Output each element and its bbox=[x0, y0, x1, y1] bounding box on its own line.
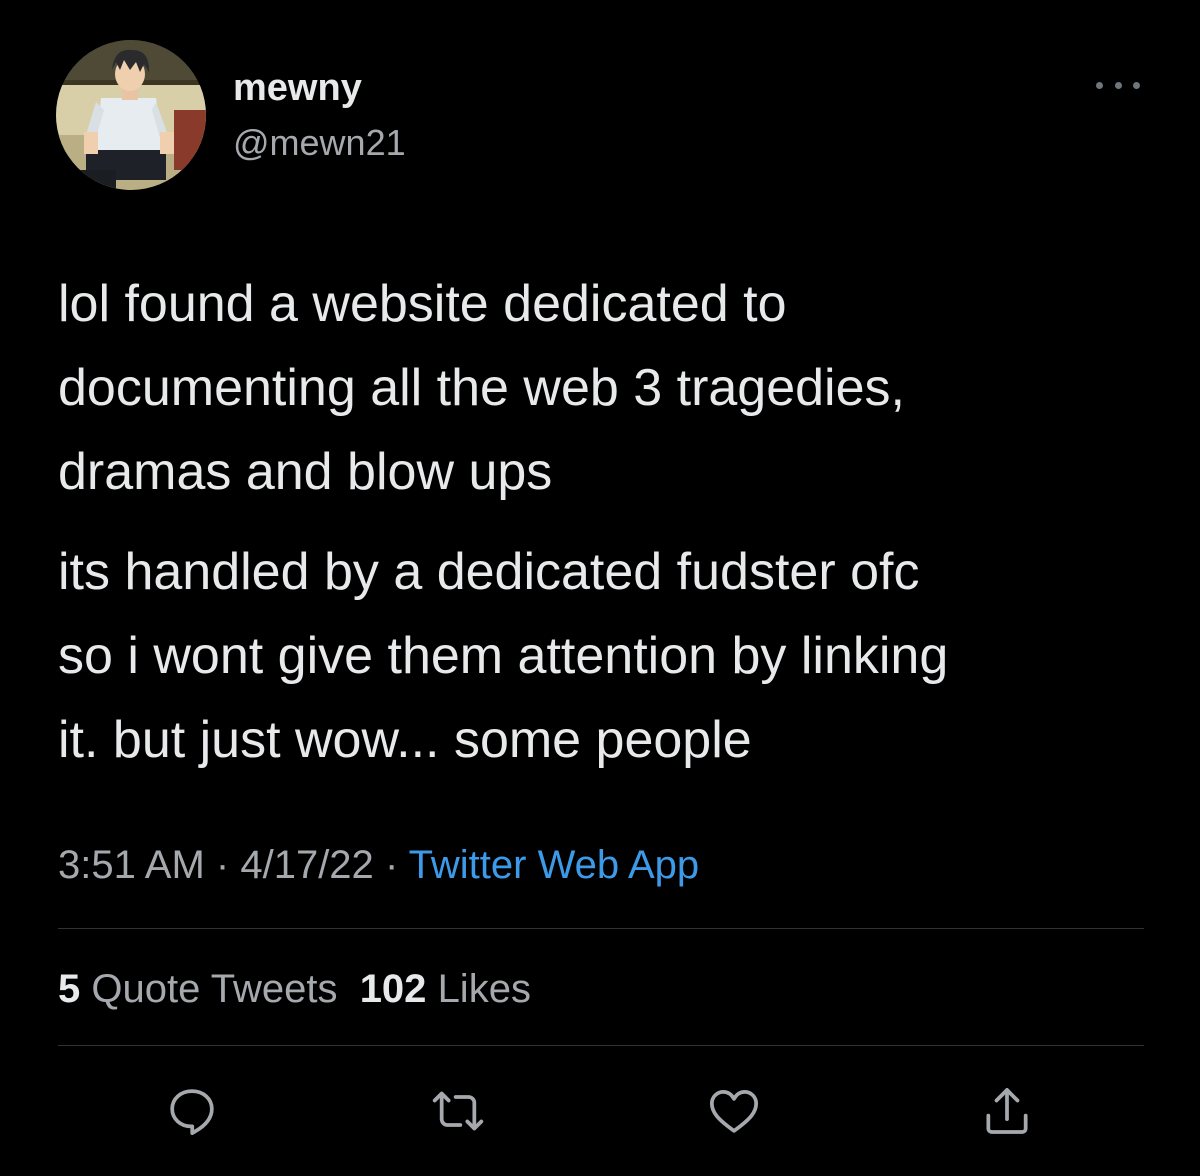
display-name[interactable]: mewny bbox=[233, 66, 362, 110]
divider bbox=[58, 928, 1144, 929]
likes-label: Likes bbox=[437, 967, 531, 1011]
more-options-button[interactable] bbox=[1092, 70, 1144, 100]
reply-icon bbox=[170, 1089, 214, 1136]
share-icon bbox=[986, 1088, 1028, 1134]
avatar[interactable] bbox=[56, 40, 206, 190]
anime-character-avatar-icon bbox=[56, 40, 206, 190]
quote-tweets-stat[interactable]: 5 Quote Tweets bbox=[58, 967, 337, 1011]
tweet-text: lol found a website dedicated to documen… bbox=[58, 262, 1168, 782]
meta-separator: · bbox=[215, 843, 230, 887]
heart-icon bbox=[709, 1090, 759, 1133]
more-dot-icon bbox=[1133, 81, 1140, 89]
retweet-icon bbox=[432, 1091, 484, 1131]
reply-button[interactable] bbox=[157, 1076, 227, 1146]
divider bbox=[58, 1045, 1144, 1046]
more-dot-icon bbox=[1096, 81, 1103, 89]
tweet-date[interactable]: 4/17/22 bbox=[240, 843, 373, 887]
tweet-detail: mewny @mewn21 lol found a website dedica… bbox=[0, 0, 1200, 1176]
tweet-time[interactable]: 3:51 AM bbox=[58, 843, 205, 887]
like-button[interactable] bbox=[699, 1076, 769, 1146]
tweet-stats: 5 Quote Tweets 102 Likes bbox=[58, 962, 531, 1016]
meta-separator: · bbox=[384, 843, 399, 887]
tweet-metadata: 3:51 AM · 4/17/22 · Twitter Web App bbox=[58, 838, 699, 892]
share-button[interactable] bbox=[972, 1076, 1042, 1146]
quote-tweets-count: 5 bbox=[58, 967, 81, 1011]
tweet-source-link[interactable]: Twitter Web App bbox=[409, 843, 700, 887]
username-handle[interactable]: @mewn21 bbox=[233, 121, 406, 165]
tweet-paragraph: its handled by a dedicated fudster ofc s… bbox=[58, 543, 949, 769]
likes-stat[interactable]: 102 Likes bbox=[360, 967, 531, 1011]
likes-count: 102 bbox=[359, 967, 427, 1011]
tweet-paragraph: lol found a website dedicated to documen… bbox=[58, 275, 905, 501]
tweet-actions-bar bbox=[0, 1076, 1200, 1146]
quote-tweets-label: Quote Tweets bbox=[91, 967, 338, 1011]
more-dot-icon bbox=[1114, 81, 1122, 89]
retweet-button[interactable] bbox=[423, 1076, 493, 1146]
